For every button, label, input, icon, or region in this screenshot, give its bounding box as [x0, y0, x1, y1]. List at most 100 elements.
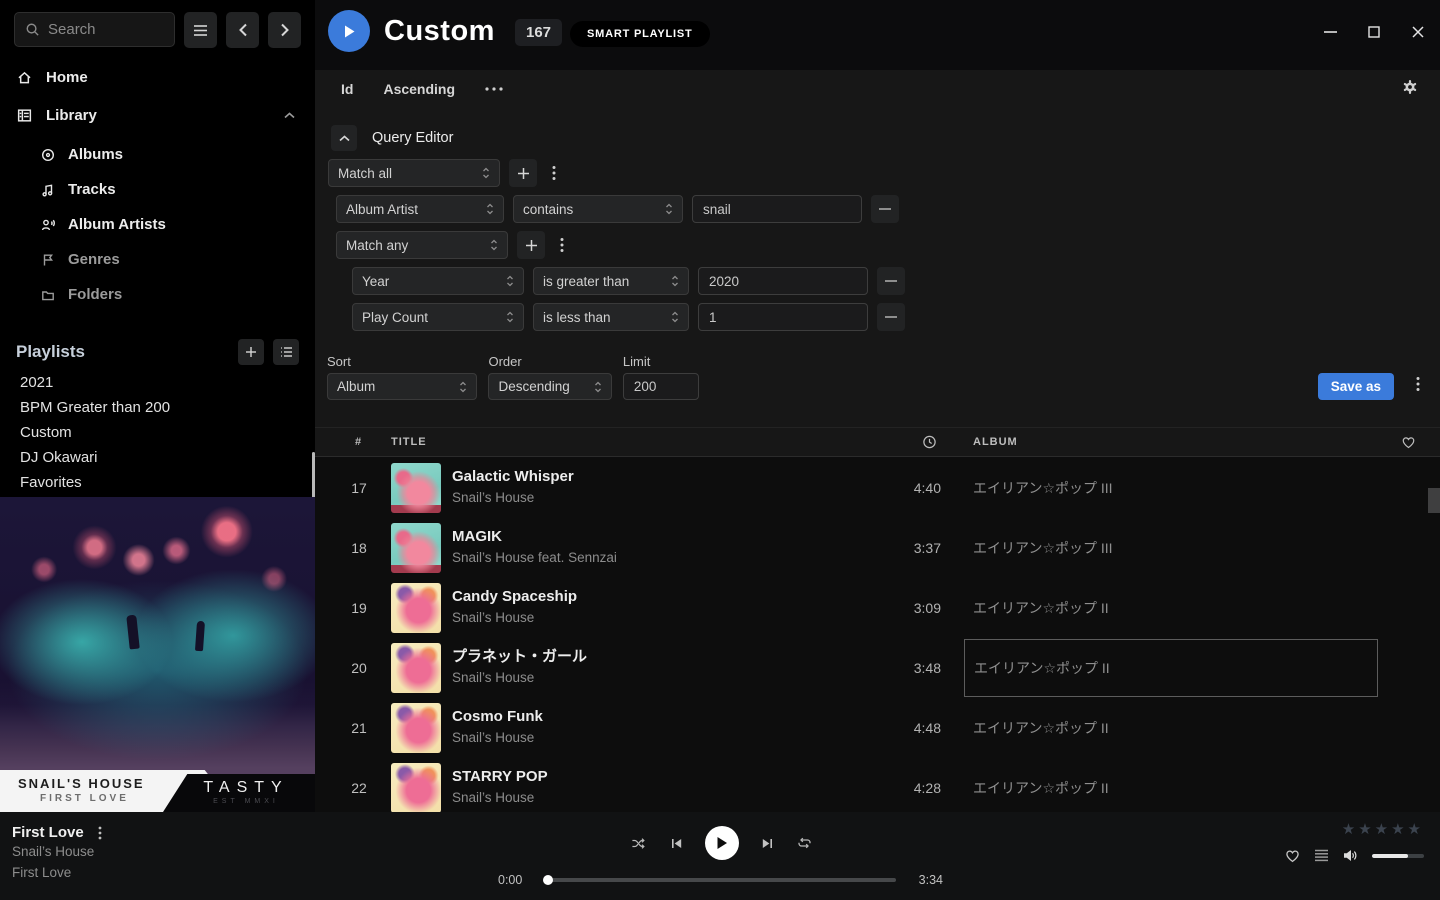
album-name[interactable]: エイリアン☆ポップ III [973, 538, 1113, 558]
now-playing-album-art[interactable]: SNAIL'S HOUSE FIRST LOVE TASTY EST MMXI [0, 497, 315, 812]
sidebar-item-genres[interactable]: Genres [0, 242, 315, 277]
table-row[interactable]: 18 MAGIK Snail’s House feat. Sennzai 3:3… [315, 518, 1440, 578]
track-art-thumbnail[interactable] [391, 703, 441, 753]
album-cell[interactable]: エイリアン☆ポップ III [964, 459, 1378, 517]
sort-direction-button[interactable]: Ascending [383, 81, 455, 97]
track-title[interactable]: プラネット・ガール [452, 647, 587, 667]
rule-operator-select[interactable]: contains [513, 195, 683, 223]
table-row[interactable]: 17 Galactic Whisper Snail’s House 4:40 エ… [315, 458, 1440, 518]
remove-rule-button[interactable] [877, 267, 905, 295]
playlist-item[interactable]: Favorites [0, 470, 315, 495]
track-title[interactable]: Cosmo Funk [452, 707, 543, 727]
close-button[interactable] [1396, 0, 1440, 64]
minimize-button[interactable] [1308, 0, 1352, 64]
table-row[interactable]: 20 プラネット・ガール Snail’s House 3:48 エイリアン☆ポッ… [315, 638, 1440, 698]
album-cell[interactable]: エイリアン☆ポップ II [964, 759, 1378, 812]
sidebar-item-home[interactable]: Home [0, 58, 315, 96]
previous-track-button[interactable] [669, 836, 684, 851]
rule-operator-select[interactable]: is greater than [533, 267, 689, 295]
album-name[interactable]: エイリアン☆ポップ II [973, 718, 1109, 738]
maximize-button[interactable] [1352, 0, 1396, 64]
album-name[interactable]: エイリアン☆ポップ II [974, 658, 1110, 678]
playlist-list-icon-button[interactable] [273, 339, 299, 365]
seek-slider-knob[interactable] [543, 875, 553, 885]
tracklist-scrollbar-thumb[interactable] [1428, 488, 1440, 513]
album-name[interactable]: エイリアン☆ポップ III [973, 478, 1113, 498]
playlist-item[interactable]: 2021 [0, 370, 315, 395]
order-select[interactable]: Descending [488, 373, 612, 400]
rule-field-select[interactable]: Year [352, 267, 524, 295]
column-title[interactable]: TITLE [391, 436, 427, 448]
add-rule-button[interactable] [517, 231, 545, 259]
next-track-button[interactable] [760, 836, 775, 851]
track-title[interactable]: Candy Spaceship [452, 587, 577, 607]
track-art-thumbnail[interactable] [391, 523, 441, 573]
rating-stars[interactable]: ★★★★★ [1284, 820, 1424, 838]
limit-input[interactable] [623, 373, 699, 400]
nav-forward-button[interactable] [268, 12, 301, 48]
search-input[interactable] [48, 21, 158, 38]
column-album[interactable]: ALBUM [973, 436, 1018, 448]
match-type-select[interactable]: Match all [328, 159, 500, 187]
track-artist[interactable]: Snail’s House [452, 788, 548, 808]
shuffle-button[interactable] [629, 836, 648, 851]
column-number[interactable]: # [355, 436, 362, 448]
playlist-item[interactable]: BPM Greater than 200 [0, 395, 315, 420]
rule-operator-select[interactable]: is less than [533, 303, 689, 331]
table-row[interactable]: 21 Cosmo Funk Snail’s House 4:48 エイリアン☆ポ… [315, 698, 1440, 758]
favorite-column-heart-icon[interactable] [1401, 435, 1416, 449]
sidebar-item-library[interactable]: Library [0, 96, 315, 134]
search-box[interactable] [14, 12, 175, 47]
remove-rule-button[interactable] [871, 195, 899, 223]
now-playing-album[interactable]: First Love [12, 863, 102, 883]
rule-field-select[interactable]: Album Artist [336, 195, 504, 223]
track-art-thumbnail[interactable] [391, 463, 441, 513]
album-cell[interactable]: エイリアン☆ポップ II [964, 579, 1378, 637]
playlist-item[interactable]: DJ Okawari [0, 445, 315, 470]
play-playlist-button[interactable] [328, 10, 370, 52]
rule-field-select[interactable]: Play Count [352, 303, 524, 331]
save-options-icon[interactable] [1416, 376, 1420, 392]
track-art-thumbnail[interactable] [391, 583, 441, 633]
add-playlist-button[interactable] [238, 339, 264, 365]
album-cell[interactable]: エイリアン☆ポップ II [964, 699, 1378, 757]
save-as-button[interactable]: Save as [1318, 373, 1394, 400]
playlist-item[interactable]: Custom [0, 420, 315, 445]
rule-value-input[interactable] [698, 267, 868, 295]
play-button[interactable] [705, 826, 739, 860]
track-art-thumbnail[interactable] [391, 763, 441, 812]
volume-slider[interactable] [1372, 854, 1424, 858]
rule-value-input[interactable] [698, 303, 868, 331]
volume-icon[interactable] [1342, 848, 1359, 863]
album-name[interactable]: エイリアン☆ポップ II [973, 598, 1109, 618]
sidebar-item-album-artists[interactable]: Album Artists [0, 207, 315, 242]
track-artist[interactable]: Snail’s House [452, 488, 574, 508]
sidebar-item-albums[interactable]: Albums [0, 137, 315, 172]
rule-value-input[interactable] [692, 195, 862, 223]
sidebar-item-tracks[interactable]: Tracks [0, 172, 315, 207]
track-artist[interactable]: Snail’s House [452, 608, 577, 628]
queue-icon[interactable] [1314, 849, 1329, 862]
table-row[interactable]: 22 STARRY POP Snail’s House 4:28 エイリアン☆ポ… [315, 758, 1440, 812]
sidebar-item-folders[interactable]: Folders [0, 277, 315, 312]
track-artist[interactable]: Snail’s House [452, 668, 587, 688]
track-art-thumbnail[interactable] [391, 643, 441, 693]
menu-button[interactable] [184, 12, 217, 48]
add-rule-button[interactable] [509, 159, 537, 187]
table-row[interactable]: 19 Candy Spaceship Snail’s House 3:09 エイ… [315, 578, 1440, 638]
settings-gear-icon[interactable] [1402, 79, 1418, 95]
chevron-up-icon[interactable] [284, 112, 295, 119]
now-playing-artist[interactable]: Snail’s House [12, 842, 102, 862]
repeat-button[interactable] [796, 835, 813, 851]
album-cell[interactable]: エイリアン☆ポップ III [964, 519, 1378, 577]
collapse-query-editor-button[interactable] [331, 125, 357, 151]
track-artist[interactable]: Snail’s House feat. Sennzai [452, 548, 617, 568]
sort-select[interactable]: Album [327, 373, 477, 400]
track-artist[interactable]: Snail’s House [452, 728, 543, 748]
sort-field-button[interactable]: Id [341, 81, 353, 97]
remove-rule-button[interactable] [877, 303, 905, 331]
group-options-icon[interactable] [546, 165, 562, 181]
album-name[interactable]: エイリアン☆ポップ II [973, 778, 1109, 798]
track-title[interactable]: MAGIK [452, 527, 617, 547]
track-title[interactable]: Galactic Whisper [452, 467, 574, 487]
